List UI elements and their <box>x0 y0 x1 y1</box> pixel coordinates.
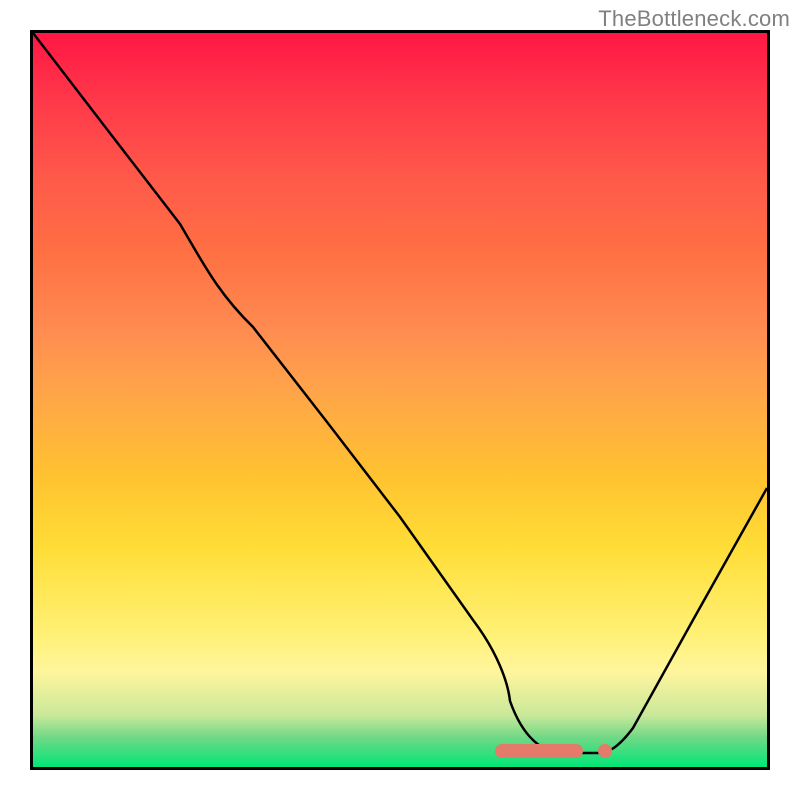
bottleneck-curve <box>33 33 767 767</box>
chart-container: TheBottleneck.com <box>0 0 800 800</box>
plot-area <box>30 30 770 770</box>
watermark-text: TheBottleneck.com <box>598 6 790 32</box>
optimal-range-marker <box>495 744 583 758</box>
curve-path <box>33 33 767 753</box>
x-axis <box>0 770 800 800</box>
y-axis <box>0 30 30 770</box>
